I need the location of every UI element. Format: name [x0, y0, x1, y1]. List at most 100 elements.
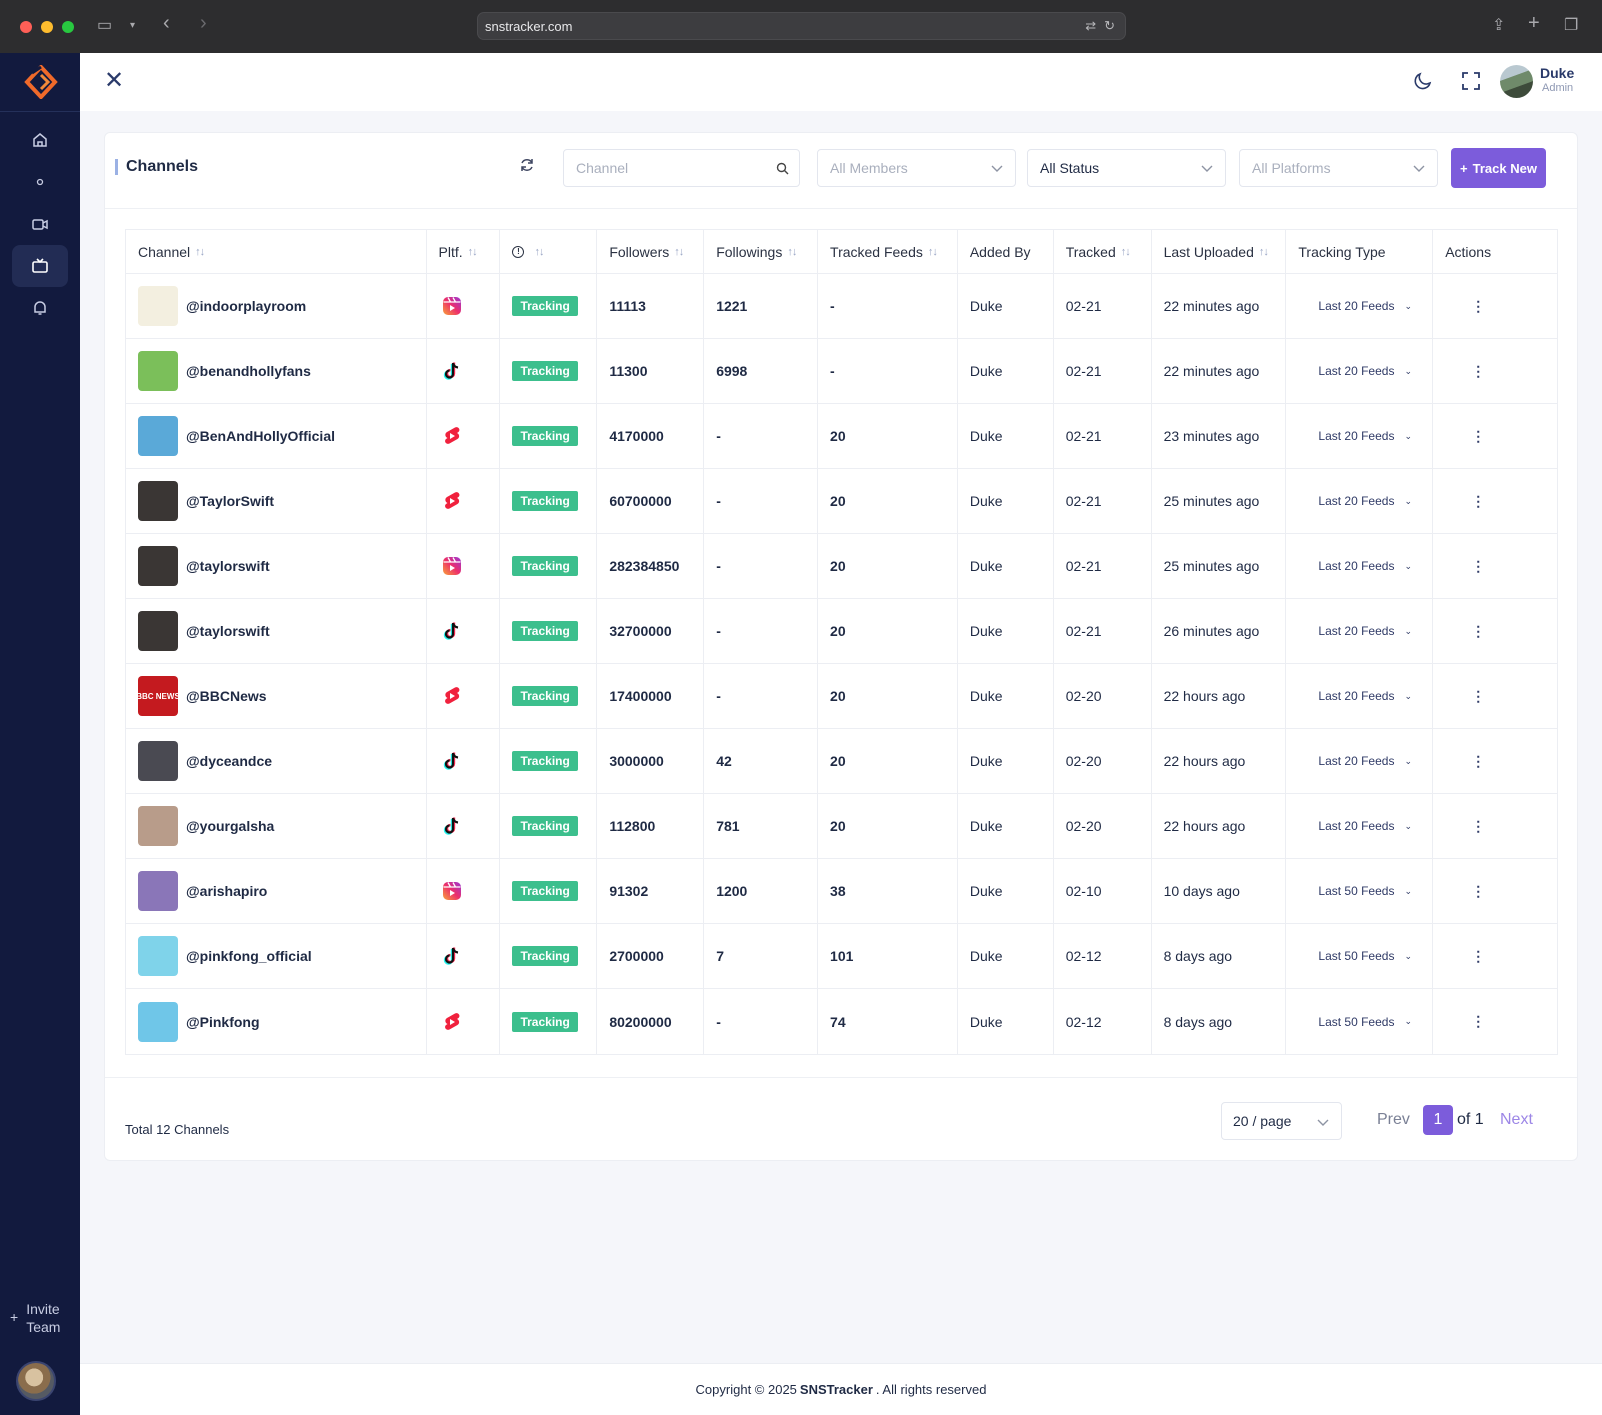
tracking-type-select[interactable]: Last 50 Feeds ⌄	[1298, 949, 1412, 963]
channel-cell[interactable]: BBC NEWS @BBCNews	[126, 664, 427, 728]
channel-cell[interactable]: @Pinkfong	[126, 989, 427, 1054]
table-row[interactable]: @Pinkfong Tracking 80200000-74 Duke 02-12 8 d…	[126, 989, 1557, 1054]
col-followers[interactable]: Followers ↑↓	[597, 230, 705, 273]
channel-search-input[interactable]: Channel	[563, 149, 800, 187]
app-logo-icon[interactable]	[24, 65, 58, 99]
tracking-type-select[interactable]: Last 50 Feeds ⌄	[1298, 884, 1412, 898]
tracking-type-select[interactable]: Last 20 Feeds ⌄	[1298, 689, 1412, 703]
more-actions-icon[interactable]: ⋮	[1445, 623, 1485, 640]
col-last-uploaded[interactable]: Last Uploaded ↑↓	[1152, 230, 1287, 273]
more-actions-icon[interactable]: ⋮	[1445, 883, 1485, 900]
sidebar-item-home[interactable]	[12, 119, 68, 161]
reload-icon[interactable]: ↻	[1104, 18, 1115, 34]
tracking-type-select[interactable]: Last 20 Feeds ⌄	[1298, 819, 1412, 833]
more-actions-icon[interactable]: ⋮	[1445, 363, 1485, 380]
more-actions-icon[interactable]: ⋮	[1445, 688, 1485, 705]
sort-icon[interactable]: ↑↓	[468, 246, 478, 258]
table-row[interactable]: @BenAndHollyOfficial Tracking 4170000-20 Du…	[126, 404, 1557, 469]
channel-cell[interactable]: @benandhollyfans	[126, 339, 427, 403]
col-tracked-feeds[interactable]: Tracked Feeds ↑↓	[818, 230, 958, 273]
more-actions-icon[interactable]: ⋮	[1445, 948, 1485, 965]
back-icon[interactable]: ‹	[163, 12, 170, 35]
sort-icon[interactable]: ↑↓	[928, 246, 938, 258]
table-row[interactable]: @pinkfong_official Tracking 2700000 7 101 Duk…	[126, 924, 1557, 989]
next-page-button[interactable]: Next	[1500, 1111, 1533, 1129]
channel-handle[interactable]: @taylorswift	[186, 558, 270, 574]
zoom-window-button[interactable]	[62, 20, 74, 33]
table-row[interactable]: @TaylorSwift Tracking 60700000-20 Duke 02-21…	[126, 469, 1557, 534]
channel-cell[interactable]: @dyceandce	[126, 729, 427, 793]
tracking-type-select[interactable]: Last 20 Feeds ⌄	[1298, 624, 1412, 638]
status-select[interactable]: All Status	[1027, 149, 1226, 187]
tracking-type-select[interactable]: Last 50 Feeds ⌄	[1298, 1015, 1412, 1029]
table-row[interactable]: @benandhollyfans Tracking 11300 6998- Duke 02…	[126, 339, 1557, 404]
sort-icon[interactable]: ↑↓	[195, 246, 205, 258]
translate-icon[interactable]: ⇄	[1085, 18, 1096, 34]
tabs-overview-icon[interactable]: ❐	[1564, 15, 1578, 35]
channel-handle[interactable]: @pinkfong_official	[186, 948, 312, 964]
track-new-button[interactable]: + Track New	[1451, 148, 1546, 188]
forward-icon[interactable]: ›	[200, 12, 207, 35]
page-size-select[interactable]: 20 / page	[1221, 1102, 1342, 1140]
channel-cell[interactable]: @indoorplayroom	[126, 274, 427, 338]
channel-cell[interactable]: @BenAndHollyOfficial	[126, 404, 427, 468]
channel-handle[interactable]: @benandhollyfans	[186, 363, 311, 379]
col-followings[interactable]: Followings ↑↓	[704, 230, 819, 273]
user-name[interactable]: Duke	[1540, 65, 1574, 81]
sidebar-item-channels[interactable]	[12, 245, 68, 287]
chevron-down-icon[interactable]: ▾	[130, 20, 135, 31]
channel-cell[interactable]: @TaylorSwift	[126, 469, 427, 533]
tracking-type-select[interactable]: Last 20 Feeds ⌄	[1298, 364, 1412, 378]
sidebar-toggle-icon[interactable]: ▭	[97, 15, 112, 35]
sort-icon[interactable]: ↑↓	[674, 246, 684, 258]
channel-handle[interactable]: @arishapiro	[186, 883, 267, 899]
channel-cell[interactable]: @pinkfong_official	[126, 924, 427, 988]
channel-handle[interactable]: @indoorplayroom	[186, 298, 306, 314]
channel-handle[interactable]: @taylorswift	[186, 623, 270, 639]
address-bar[interactable]: snstracker.com ⇄ ↻	[477, 12, 1126, 40]
tracking-type-select[interactable]: Last 20 Feeds ⌄	[1298, 429, 1412, 443]
more-actions-icon[interactable]: ⋮	[1445, 298, 1485, 315]
current-page-button[interactable]: 1	[1423, 1105, 1453, 1135]
more-actions-icon[interactable]: ⋮	[1445, 558, 1485, 575]
user-avatar[interactable]	[1500, 65, 1533, 98]
table-row[interactable]: BBC NEWS @BBCNews Tracking 17400000-20 Duke 0…	[126, 664, 1557, 729]
col-channel[interactable]: Channel ↑↓	[126, 230, 427, 273]
channel-cell[interactable]: @taylorswift	[126, 599, 427, 663]
close-icon[interactable]: ✕	[104, 69, 128, 93]
tracking-type-select[interactable]: Last 20 Feeds ⌄	[1298, 754, 1412, 768]
channel-cell[interactable]: @taylorswift	[126, 534, 427, 598]
share-icon[interactable]: ⇪	[1492, 15, 1505, 35]
table-row[interactable]: @taylorswift Tracking 32700000-20 Duke 02-21…	[126, 599, 1557, 664]
more-actions-icon[interactable]: ⋮	[1445, 428, 1485, 445]
table-row[interactable]: @taylorswift Tracking 282384850-20 Duke 02-2…	[126, 534, 1557, 599]
table-row[interactable]: @dyceandce Tracking 3000000 42 20 Duke 02-20 22…	[126, 729, 1557, 794]
tracking-type-select[interactable]: Last 20 Feeds ⌄	[1298, 299, 1412, 313]
col-tracked[interactable]: Tracked ↑↓	[1054, 230, 1152, 273]
channel-handle[interactable]: @yourgalsha	[186, 818, 274, 834]
more-actions-icon[interactable]: ⋮	[1445, 1013, 1485, 1030]
refresh-icon[interactable]	[519, 157, 535, 173]
fullscreen-icon[interactable]	[1460, 70, 1482, 92]
tracking-type-select[interactable]: Last 20 Feeds ⌄	[1298, 559, 1412, 573]
sidebar-item-dot[interactable]	[12, 161, 68, 203]
channel-cell[interactable]: @arishapiro	[126, 859, 427, 923]
table-row[interactable]: @indoorplayroom Tracking 11113 1221- Duke 02-…	[126, 274, 1557, 339]
moon-icon[interactable]	[1412, 70, 1434, 92]
members-select[interactable]: All Members	[817, 149, 1016, 187]
channel-handle[interactable]: @BenAndHollyOfficial	[186, 428, 335, 444]
more-actions-icon[interactable]: ⋮	[1445, 493, 1485, 510]
channel-handle[interactable]: @Pinkfong	[186, 1014, 260, 1030]
channel-handle[interactable]: @BBCNews	[186, 688, 267, 704]
sort-icon[interactable]: ↑↓	[1259, 246, 1269, 258]
more-actions-icon[interactable]: ⋮	[1445, 818, 1485, 835]
sort-icon[interactable]: ↑↓	[534, 246, 544, 258]
tracking-type-select[interactable]: Last 20 Feeds ⌄	[1298, 494, 1412, 508]
table-row[interactable]: @yourgalsha Tracking 112800 781 20 Duke 02-20 2…	[126, 794, 1557, 859]
col-platform[interactable]: Pltf. ↑↓	[427, 230, 501, 273]
prev-page-button[interactable]: Prev	[1377, 1111, 1410, 1129]
more-actions-icon[interactable]: ⋮	[1445, 753, 1485, 770]
sort-icon[interactable]: ↑↓	[1121, 246, 1131, 258]
channel-cell[interactable]: @yourgalsha	[126, 794, 427, 858]
channel-handle[interactable]: @TaylorSwift	[186, 493, 274, 509]
